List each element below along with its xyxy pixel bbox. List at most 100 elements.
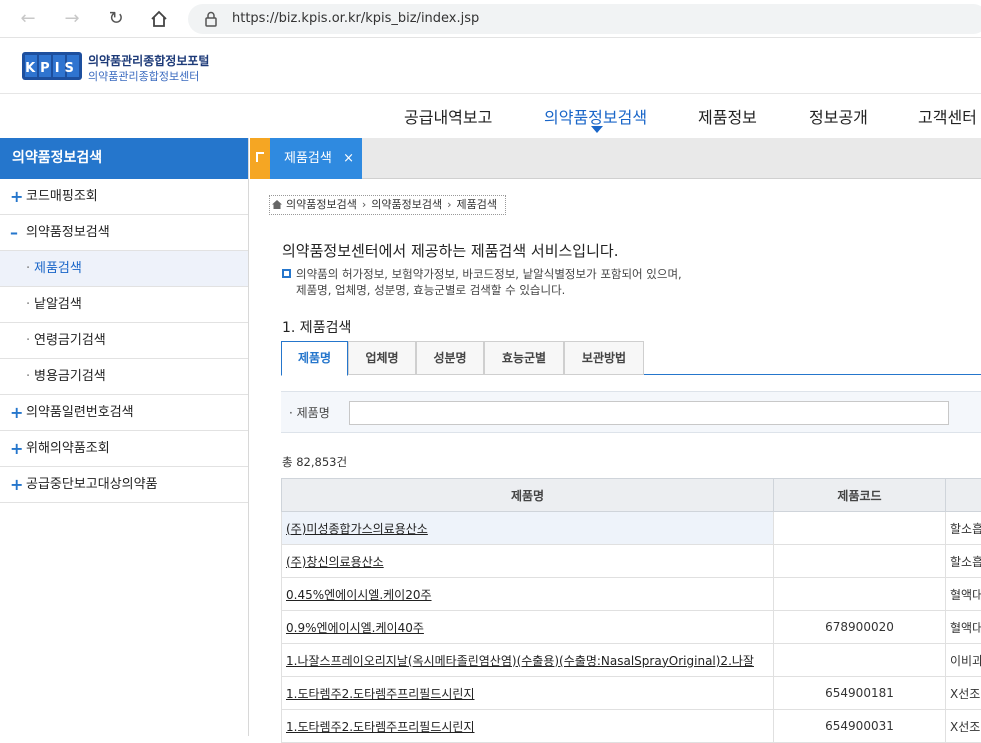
top-navigation: 공급내역보고 의약품정보검색 제품정보 정보공개 고객센터 (0, 94, 981, 138)
plus-icon: + (10, 395, 23, 431)
top-nav-customer-center[interactable]: 고객센터 (918, 104, 977, 128)
search-panel: · 제품명 (281, 391, 981, 433)
results-table: 제품명 제품코드 (주)미성종합가스의료용산소 할소흡 (주)창신의료용산소 할… (281, 478, 981, 743)
column-header-product-code[interactable]: 제품코드 (774, 479, 946, 512)
forward-arrow-icon[interactable]: → (60, 7, 84, 31)
top-nav-supply-report[interactable]: 공급내역보고 (404, 104, 492, 128)
sidebar-item-pill-search[interactable]: · 낱알검색 (0, 287, 248, 323)
home-icon[interactable] (147, 7, 171, 31)
product-extra: 이비과 (946, 644, 981, 677)
product-code: 654900031 (774, 710, 946, 743)
intro-desc-line: 의약품의 허가정보, 보험약가정보, 바코드정보, 낱알식별정보가 포함되어 있… (296, 266, 682, 282)
product-link[interactable]: 1.도타렘주2.도타렘주프리필드시린지 (286, 687, 475, 701)
table-row: (주)창신의료용산소 할소흡 (282, 545, 981, 578)
sidebar-item-label: 제품검색 (34, 251, 82, 287)
breadcrumb: 의약품정보검색›의약품정보검색›제품검색 (269, 195, 506, 215)
tab-label: 제품검색 (284, 151, 332, 166)
product-extra: X선조 (946, 710, 981, 743)
top-nav-disclosure[interactable]: 정보공개 (809, 104, 868, 128)
reload-icon[interactable]: ↻ (104, 7, 128, 31)
sidebar-item-age-contra-search[interactable]: · 연령금기검색 (0, 323, 248, 359)
table-header-row: 제품명 제품코드 (282, 479, 981, 512)
sidebar-item-label: 위해의약품조회 (26, 431, 110, 467)
tab-storage-method[interactable]: 보관방법 (564, 341, 644, 375)
tab-strip: 제품검색 × (250, 138, 981, 179)
close-icon[interactable]: × (343, 138, 354, 179)
table-row: 1.도타렘주2.도타렘주프리필드시린지 654900031 X선조 (282, 710, 981, 743)
breadcrumb-item[interactable]: 의약품정보검색 (371, 198, 442, 211)
section-title: 1. 제품검색 (282, 317, 351, 337)
product-code (774, 512, 946, 545)
browser-toolbar: ← → ↻ https://biz.kpis.or.kr/kpis_biz/in… (0, 0, 981, 38)
square-bullet-icon (282, 269, 291, 278)
product-extra: X선조 (946, 677, 981, 710)
sidebar-item-label: 병용금기검색 (34, 359, 106, 395)
product-extra: 혈액대 (946, 611, 981, 644)
sidebar-item-drug-info-search[interactable]: – 의약품정보검색 (0, 215, 248, 251)
bullet-icon: · (26, 359, 30, 395)
intro-desc-line: 제품명, 업체명, 성분명, 효능군별로 검색할 수 있습니다. (296, 282, 682, 298)
product-extra: 혈액대 (946, 578, 981, 611)
intro-description: 의약품의 허가정보, 보험약가정보, 바코드정보, 낱알식별정보가 포함되어 있… (282, 266, 682, 298)
sidebar-item-hazard-lookup[interactable]: + 위해의약품조회 (0, 431, 248, 467)
sidebar-item-supply-stop[interactable]: + 공급중단보고대상의약품 (0, 467, 248, 503)
tab-handle-icon[interactable] (250, 138, 270, 179)
sidebar-item-label: 공급중단보고대상의약품 (26, 467, 158, 503)
bullet-icon: · (26, 323, 30, 359)
sidebar-item-serial-search[interactable]: + 의약품일련번호검색 (0, 395, 248, 431)
product-code (774, 644, 946, 677)
kpis-logo[interactable]: KPIS (22, 48, 82, 82)
bullet-icon: · (26, 251, 30, 287)
total-count: 총 82,853건 (282, 454, 347, 470)
home-icon (272, 200, 282, 209)
product-link[interactable]: 0.45%엔에이시엘.케이20주 (286, 588, 432, 602)
back-arrow-icon[interactable]: ← (16, 7, 40, 31)
site-title: 의약품관리종합정보포털 (88, 52, 209, 69)
product-name-input[interactable] (349, 401, 949, 425)
column-header-product-name[interactable]: 제품명 (282, 479, 774, 512)
minus-icon: – (10, 215, 18, 251)
tab-company-name[interactable]: 업체명 (348, 341, 416, 375)
sidebar-item-product-search[interactable]: · 제품검색 (0, 251, 248, 287)
sidebar-item-label: 의약품일련번호검색 (26, 395, 134, 431)
plus-icon: + (10, 467, 23, 503)
lock-icon (204, 11, 218, 27)
breadcrumb-item[interactable]: 의약품정보검색 (286, 198, 357, 211)
product-extra: 할소흡 (946, 545, 981, 578)
product-link[interactable]: (주)미성종합가스의료용산소 (286, 522, 428, 536)
sidebar-item-label: 의약품정보검색 (26, 215, 110, 251)
product-link[interactable]: 1.도타렘주2.도타렘주프리필드시린지 (286, 720, 475, 734)
url-text: https://biz.kpis.or.kr/kpis_biz/index.js… (232, 11, 479, 26)
sidebar-item-label: 낱알검색 (34, 287, 82, 323)
product-link[interactable]: (주)창신의료용산소 (286, 555, 384, 569)
active-caret-icon (591, 126, 603, 133)
sidebar-title: 의약품정보검색 (0, 138, 248, 179)
plus-icon: + (10, 431, 23, 467)
tab-product-search[interactable]: 제품검색 × (270, 138, 362, 179)
product-code (774, 545, 946, 578)
table-row: 1.나잘스프레이오리지날(옥시메타졸린염산염)(수출용)(수출명:NasalSp… (282, 644, 981, 677)
top-nav-product-info[interactable]: 제품정보 (698, 104, 757, 128)
sidebar-item-label: 코드매핑조회 (26, 179, 98, 215)
site-subtitle: 의약품관리종합정보센터 (88, 68, 199, 84)
bullet-icon: · (26, 287, 30, 323)
address-bar[interactable]: https://biz.kpis.or.kr/kpis_biz/index.js… (188, 4, 981, 34)
sidebar-item-code-mapping[interactable]: + 코드매핑조회 (0, 179, 248, 215)
breadcrumb-item: 제품검색 (457, 198, 497, 211)
search-tabs: 제품명 업체명 성분명 효능군별 보관방법 (281, 341, 981, 375)
table-row: (주)미성종합가스의료용산소 할소흡 (282, 512, 981, 545)
product-link[interactable]: 0.9%엔에이시엘.케이40주 (286, 621, 424, 635)
page-title: 의약품정보센터에서 제공하는 제품검색 서비스입니다. (282, 240, 618, 261)
product-extra: 할소흡 (946, 512, 981, 545)
search-label: · 제품명 (289, 404, 330, 421)
svg-text:KPIS: KPIS (25, 61, 79, 76)
tab-product-name[interactable]: 제품명 (281, 341, 348, 376)
site-header: KPIS 의약품관리종합정보포털 의약품관리종합정보센터 (0, 38, 981, 94)
column-header-extra (946, 479, 981, 512)
sidebar-item-combo-contra-search[interactable]: · 병용금기검색 (0, 359, 248, 395)
tab-efficacy-group[interactable]: 효능군별 (484, 341, 564, 375)
tab-ingredient-name[interactable]: 성분명 (416, 341, 484, 375)
plus-icon: + (10, 179, 23, 215)
top-nav-drug-search[interactable]: 의약품정보검색 (544, 104, 647, 128)
product-link[interactable]: 1.나잘스프레이오리지날(옥시메타졸린염산염)(수출용)(수출명:NasalSp… (286, 654, 754, 668)
